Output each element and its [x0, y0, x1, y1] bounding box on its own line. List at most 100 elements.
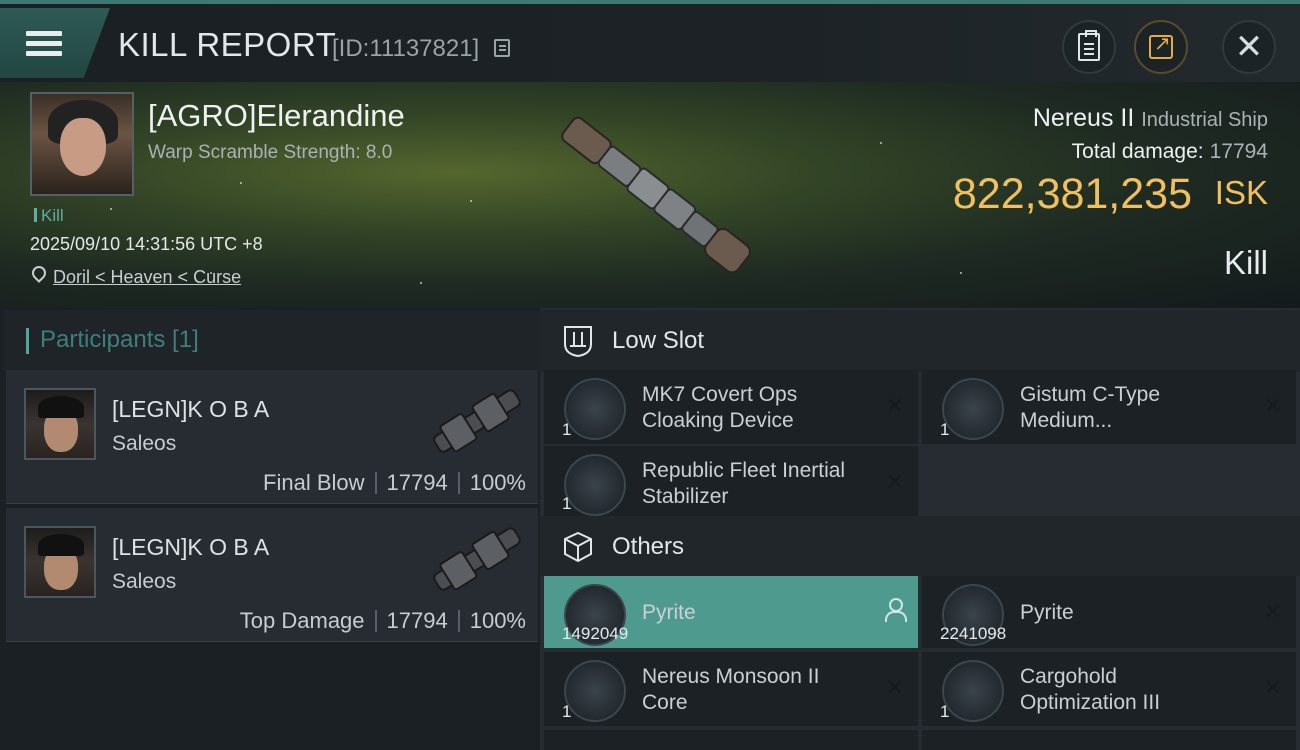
item-name-line1: Nereus Monsoon II [642, 665, 820, 688]
destroyed-icon: ✕ [1263, 394, 1282, 419]
item-quantity: 1 [562, 702, 572, 721]
warp-scramble-strength: Warp Scramble Strength: 8.0 [148, 142, 393, 163]
participants-header: Participants [1] [4, 310, 540, 372]
cargohold-rig-icon [942, 660, 1004, 722]
item-quantity: 1 [940, 420, 950, 439]
item-name: Republic Fleet Inertial Stabilizer [642, 458, 892, 510]
participant-damage: 17794 [386, 608, 448, 633]
total-damage-value: 17794 [1209, 140, 1268, 163]
participant-stats: Final Blow 17794 100% [263, 470, 526, 496]
kill-datetime: 2025/09/10 14:31:56 UTC +8 [30, 234, 263, 254]
item-name: Pyrite [1020, 601, 1074, 624]
inertial-stabilizer-icon [564, 454, 626, 516]
kill-report-id: [ID:11137821] [332, 35, 480, 62]
item-name-line2: Cloaking Device [642, 409, 794, 432]
cargo-item[interactable] [922, 730, 1296, 750]
cargo-item[interactable]: 1492049 Pyrite [544, 576, 918, 648]
low-slot-header: Low Slot [540, 310, 1300, 372]
item-name: MK7 Covert Ops Cloaking Device [642, 382, 892, 434]
item-quantity: 1492049 [562, 624, 629, 643]
isk-unit: ISK [1214, 174, 1268, 211]
participant-ship: Saleos [112, 570, 177, 593]
participant-name: [LEGN]K O B A [112, 396, 270, 422]
cargo-item[interactable]: 2241098 Pyrite ✕ [922, 576, 1296, 648]
participant-row[interactable]: [LEGN]K O B A Saleos Top Damage 17794 10… [6, 508, 538, 642]
participant-role: Final Blow [263, 470, 365, 495]
cargo-item[interactable]: 1 Nereus Monsoon II Core ✕ [544, 652, 918, 726]
cloaking-device-icon [564, 378, 626, 440]
destroyed-icon: ✕ [885, 470, 904, 495]
total-damage-label: Total damage: [1071, 140, 1204, 163]
hamburger-icon [26, 26, 62, 61]
participant-ship-image [433, 527, 521, 591]
item-name-line1: Republic Fleet Inertial [642, 459, 846, 482]
victim-pilot-name[interactable]: [AGRO]Elerandine [148, 98, 405, 134]
item-name-line2: Stabilizer [642, 485, 729, 508]
item-name-line1: MK7 Covert Ops [642, 383, 798, 406]
destroyed-icon: ✕ [885, 676, 904, 701]
others-title: Others [612, 533, 685, 560]
share-button[interactable] [1134, 20, 1188, 74]
participant-ship-image [433, 389, 521, 453]
low-slot-title: Low Slot [612, 327, 705, 354]
participants-panel: Participants [1] [LEGN]K O B A Saleos Fi… [0, 308, 540, 750]
item-name: Pyrite [642, 601, 696, 624]
close-button[interactable]: ✕ [1222, 20, 1276, 74]
menu-button[interactable] [0, 8, 110, 78]
item-name-line2: Optimization III [1020, 691, 1161, 714]
participant-portrait[interactable] [24, 388, 96, 460]
item-quantity: 2241098 [940, 624, 1007, 643]
location-link[interactable]: Doril < Heaven < Curse [53, 267, 241, 288]
destroyed-icon: ✕ [1263, 600, 1282, 625]
fitting-item[interactable]: 1 Gistum C-Type Medium... ✕ [922, 370, 1296, 444]
core-module-icon [564, 660, 626, 722]
participant-damage: 17794 [386, 470, 448, 495]
fitting-item[interactable]: 1 MK7 Covert Ops Cloaking Device ✕ [544, 370, 918, 444]
participant-stats: Top Damage 17794 100% [240, 608, 526, 634]
victim-ship-class: Industrial Ship [1141, 109, 1268, 131]
participant-percent: 100% [469, 470, 526, 495]
person-icon[interactable] [884, 598, 907, 622]
kill-tag: Kill [34, 206, 64, 226]
total-damage: Total damage: 17794 [1072, 140, 1268, 164]
participant-row[interactable]: [LEGN]K O B A Saleos Final Blow 17794 10… [6, 370, 538, 504]
item-name-line2: Medium... [1020, 409, 1113, 432]
item-name: Nereus Monsoon II Core [642, 664, 892, 716]
item-name-line1: Gistum C-Type [1020, 383, 1161, 406]
item-quantity: 1 [940, 702, 950, 721]
cube-icon [564, 531, 592, 563]
item-name: Cargohold Optimization III [1020, 664, 1270, 716]
victim-banner: [AGRO]Elerandine Warp Scramble Strength:… [0, 82, 1300, 308]
victim-portrait[interactable] [30, 92, 134, 196]
close-icon: ✕ [1234, 27, 1264, 67]
location-pin-icon [29, 263, 49, 283]
kill-result: Kill [1223, 244, 1268, 281]
share-icon [1149, 31, 1173, 59]
isk-value: 822,381,235 [952, 170, 1192, 218]
victim-ship[interactable]: Nereus II Industrial Ship [1033, 104, 1268, 133]
participant-percent: 100% [469, 608, 526, 633]
fitting-panel: Low Slot 1 MK7 Covert Ops Cloaking Devic… [540, 308, 1300, 750]
participants-title: Participants [1] [40, 326, 199, 353]
clipboard-icon [1078, 30, 1100, 61]
destroyed-icon: ✕ [885, 394, 904, 419]
item-name-line1: Cargohold [1020, 665, 1117, 688]
clipboard-button[interactable] [1062, 20, 1116, 74]
fitting-item[interactable]: 1 Republic Fleet Inertial Stabilizer ✕ [544, 446, 918, 518]
shield-booster-icon [942, 378, 1004, 440]
low-slot-icon [564, 326, 592, 358]
cargo-item[interactable]: 1 Cargohold Optimization III ✕ [922, 652, 1296, 726]
destroyed-icon: ✕ [1263, 676, 1282, 701]
page-title: KILL REPORT [118, 26, 337, 63]
cargo-item[interactable] [544, 730, 918, 750]
participant-role: Top Damage [239, 608, 365, 633]
item-quantity: 1 [562, 494, 572, 513]
victim-ship-name: Nereus II [1032, 104, 1135, 132]
others-header: Others [540, 516, 1300, 576]
item-name: Gistum C-Type Medium... [1020, 382, 1270, 434]
victim-ship-image [561, 116, 751, 274]
copy-icon[interactable] [494, 39, 510, 57]
participant-portrait[interactable] [24, 526, 96, 598]
participant-ship: Saleos [112, 432, 177, 455]
title-bar: KILL REPORT [ID:11137821] ✕ [0, 0, 1300, 82]
